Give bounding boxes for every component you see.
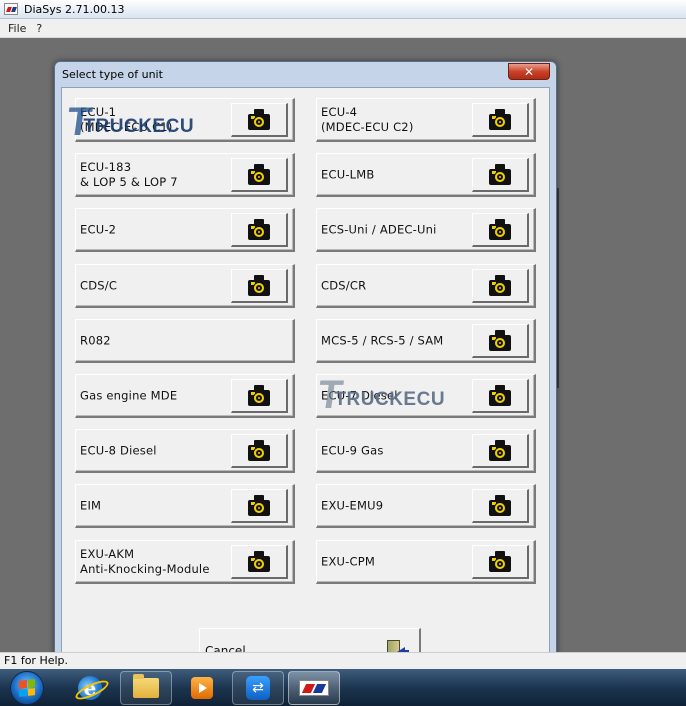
camera-icon (248, 274, 270, 296)
taskbar-internet-explorer[interactable]: e (64, 671, 116, 705)
desktop: DiaSys 2.71.00.13 File ? Select type of … (0, 0, 686, 706)
unit-button[interactable]: ECU-LMB (316, 153, 536, 197)
taskbar-file-explorer[interactable] (120, 670, 172, 705)
folder-icon (133, 673, 159, 698)
unit-button[interactable]: EIM (75, 484, 295, 528)
internet-explorer-icon: e (78, 675, 102, 700)
unit-label: ECU-9 Gas (321, 443, 384, 457)
capture-button[interactable] (472, 545, 529, 579)
start-button[interactable] (10, 670, 44, 705)
close-button[interactable]: ✕ (508, 63, 550, 80)
client-area: Select type of unit ✕ EXU-CPM EXU-AKM Ant… (0, 38, 686, 674)
capture-button[interactable] (231, 434, 288, 468)
camera-icon (489, 108, 511, 130)
select-unit-dialog: Select type of unit ✕ EXU-CPM EXU-AKM Ant… (54, 61, 557, 674)
unit-label: EXU-EMU9 (321, 498, 384, 512)
dialog-title: Select type of unit (62, 67, 163, 81)
taskbar-media-player[interactable] (176, 671, 228, 705)
unit-button[interactable]: CDS/C (75, 264, 295, 308)
windows-logo-icon (19, 678, 35, 697)
capture-button[interactable] (472, 324, 529, 358)
unit-label: ECU-183 & LOP 5 & LOP 7 (80, 159, 178, 189)
capture-button[interactable] (231, 489, 288, 523)
unit-label: ECU-8 Diesel (80, 443, 157, 457)
camera-icon (248, 439, 270, 461)
capture-button[interactable] (472, 213, 529, 247)
camera-icon (248, 108, 270, 130)
capture-button[interactable] (231, 103, 288, 137)
camera-icon (489, 274, 511, 296)
unit-button[interactable]: R082 (75, 319, 295, 363)
taskbar: e ⇄ (0, 669, 686, 706)
camera-icon (489, 218, 511, 240)
unit-button[interactable]: ECU-183 & LOP 5 & LOP 7 (75, 153, 295, 197)
camera-icon (489, 384, 511, 406)
close-icon: ✕ (523, 64, 535, 79)
unit-button[interactable]: ECU-9 Gas (316, 429, 536, 473)
menu-help[interactable]: ? (31, 22, 47, 35)
unit-label: CDS/CR (321, 278, 367, 292)
unit-button[interactable]: ECU-7 Diesel (316, 374, 536, 418)
capture-button[interactable] (231, 213, 288, 247)
taskbar-teamviewer[interactable]: ⇄ (232, 670, 284, 705)
mtu-logo-icon (4, 3, 18, 15)
unit-button[interactable]: EXU-EMU9 (316, 484, 536, 528)
camera-icon (489, 494, 511, 516)
unit-label: ECU-7 Diesel (321, 388, 398, 402)
camera-icon (248, 494, 270, 516)
capture-button[interactable] (231, 545, 288, 579)
camera-icon (248, 550, 270, 572)
app-title: DiaSys 2.71.00.13 (24, 2, 125, 16)
camera-icon (248, 384, 270, 406)
unit-button[interactable]: ECU-4 (MDEC-ECU C2) (316, 98, 536, 142)
menu-file[interactable]: File (0, 22, 31, 35)
capture-button[interactable] (472, 489, 529, 523)
camera-icon (489, 550, 511, 572)
unit-label: ECU-4 (MDEC-ECU C2) (321, 104, 414, 134)
unit-button[interactable]: EXU-CPM (316, 540, 536, 584)
capture-button[interactable] (472, 103, 529, 137)
status-text: F1 for Help. (4, 654, 69, 667)
app-titlebar: DiaSys 2.71.00.13 (0, 0, 686, 19)
capture-button[interactable] (472, 158, 529, 192)
unit-label: EXU-CPM (321, 554, 375, 568)
camera-icon (248, 218, 270, 240)
capture-button[interactable] (231, 379, 288, 413)
unit-label: ECU-2 (80, 222, 117, 236)
camera-icon (489, 439, 511, 461)
unit-label: ECS-Uni / ADEC-Uni (321, 222, 437, 236)
unit-label: ECU-1 (MDEC-ECU C1) (80, 104, 173, 134)
unit-button[interactable]: MCS-5 / RCS-5 / SAM (316, 319, 536, 363)
unit-label: ECU-LMB (321, 167, 375, 181)
status-bar: F1 for Help. (0, 652, 686, 669)
unit-button[interactable]: CDS/CR (316, 264, 536, 308)
unit-button[interactable]: ECS-Uni / ADEC-Uni (316, 208, 536, 252)
mtu-logo-icon (299, 679, 329, 696)
unit-button[interactable]: Gas engine MDE (75, 374, 295, 418)
unit-label: EIM (80, 498, 102, 512)
teamviewer-icon: ⇄ (246, 675, 270, 700)
camera-icon (489, 163, 511, 185)
capture-button[interactable] (472, 269, 529, 303)
unit-button[interactable]: EXU-AKM Anti-Knocking-Module (75, 540, 295, 584)
unit-label: EXU-AKM Anti-Knocking-Module (80, 546, 210, 576)
unit-button[interactable]: ECU-2 (75, 208, 295, 252)
unit-label: CDS/C (80, 278, 118, 292)
unit-label: R082 (80, 333, 111, 347)
dialog-body: EXU-CPM EXU-AKM Anti-Knocking-Module EXU-E… (61, 87, 550, 674)
capture-button[interactable] (472, 379, 529, 413)
unit-button[interactable]: ECU-1 (MDEC-ECU C1) (75, 98, 295, 142)
menu-bar: File ? (0, 19, 686, 38)
unit-label: MCS-5 / RCS-5 / SAM (321, 333, 444, 347)
dialog-titlebar: Select type of unit ✕ (55, 62, 556, 86)
unit-button[interactable]: ECU-8 Diesel (75, 429, 295, 473)
camera-icon (489, 329, 511, 351)
capture-button[interactable] (472, 434, 529, 468)
camera-icon (248, 163, 270, 185)
media-player-icon (191, 676, 213, 699)
capture-button[interactable] (231, 158, 288, 192)
capture-button[interactable] (231, 269, 288, 303)
taskbar-diasys[interactable] (288, 670, 340, 705)
unit-label: Gas engine MDE (80, 388, 178, 402)
